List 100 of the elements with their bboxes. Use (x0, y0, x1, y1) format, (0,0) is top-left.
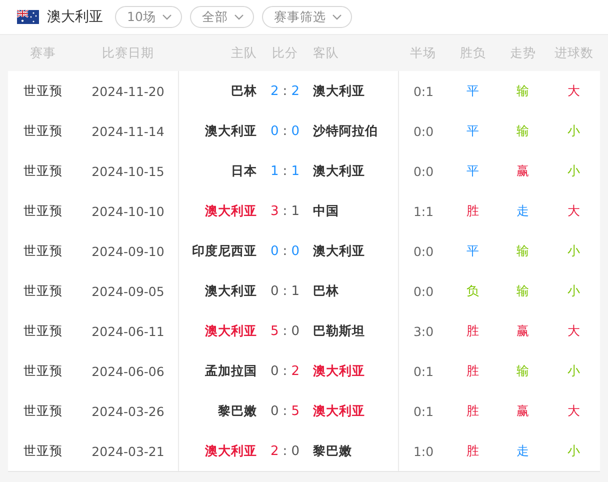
score-digit: 0 (291, 124, 300, 138)
goals-cell-text: 大 (566, 82, 582, 100)
goals-cell-text: 小 (566, 442, 582, 460)
table-cell-text: 2024-06-11 (90, 324, 166, 338)
result-cell-text: 平 (466, 82, 480, 100)
table-cell: 0:0 (413, 244, 434, 258)
score-digit: 1 (291, 204, 300, 218)
score-separator: : (282, 244, 288, 258)
goals-cell-text: 大 (566, 322, 582, 340)
table-cell-text: 世亚预 (22, 162, 64, 180)
trend-cell-text: 输 (516, 282, 530, 300)
home-team: 日本 (231, 162, 258, 180)
result-cell-text: 胜 (466, 202, 480, 220)
trend-cell-text: 输 (516, 242, 530, 260)
score-digit: 2 (291, 364, 300, 378)
home-team: 孟加拉国 (205, 362, 258, 380)
chevron-down-icon (332, 14, 342, 20)
away-team: 黎巴嫩 (312, 442, 353, 460)
score-separator: : (282, 124, 288, 138)
table-cell-text: 世亚预 (22, 442, 64, 460)
away-team: 澳大利亚 (312, 402, 366, 420)
away-team: 沙特阿拉伯 (312, 122, 379, 140)
home-team: 印度尼西亚 (192, 242, 258, 260)
table-cell-text: 2024-06-06 (90, 364, 166, 378)
score-digit: 0 (291, 444, 300, 458)
score-separator: : (282, 84, 288, 98)
result-cell-text: 负 (466, 282, 480, 300)
score-digit: 2 (291, 84, 300, 98)
result-cell-text: 平 (466, 122, 480, 140)
table-cell: 0:0 (413, 124, 434, 138)
trend-cell-text: 赢 (516, 162, 530, 180)
home-team: 黎巴嫩 (218, 402, 258, 420)
score-separator: : (282, 204, 288, 218)
table-cell-text: 2024-03-26 (90, 404, 166, 418)
result-cell-text: 胜 (466, 322, 480, 340)
trend-cell-text: 输 (516, 362, 530, 380)
home-team: 澳大利亚 (205, 122, 258, 140)
table-cell-text: 世亚预 (22, 322, 64, 340)
trend-cell-text: 输 (516, 82, 530, 100)
filter-dropdown[interactable]: 全部 (190, 6, 254, 28)
score-digit: 1 (270, 164, 279, 178)
trend-cell-text: 输 (516, 122, 530, 140)
table-cell-text: 世亚预 (22, 402, 64, 420)
table-cell-text: 2024-11-14 (90, 124, 166, 138)
table-cell: 0:0 (413, 284, 434, 298)
goals-cell-text: 小 (566, 242, 582, 260)
score-digit: 1 (291, 164, 300, 178)
table-cell: 0:1 (413, 364, 434, 378)
result-cell-text: 胜 (466, 442, 480, 460)
score-digit: 5 (291, 404, 300, 418)
score-digit: 3 (270, 204, 279, 218)
away-team: 巴林 (312, 282, 340, 300)
column-header: 客队 (312, 44, 340, 62)
chevron-down-icon (162, 14, 172, 20)
goals-cell-text: 小 (566, 122, 582, 140)
table-cell-text: 世亚预 (22, 202, 64, 220)
table-cell-text: 2024-11-20 (90, 84, 166, 98)
away-team: 澳大利亚 (312, 162, 366, 180)
table-cell: 0:1 (413, 84, 434, 98)
score-digit: 0 (270, 244, 279, 258)
table-cell-text: 2024-10-10 (90, 204, 166, 218)
column-header: 走势 (509, 44, 537, 62)
score-digit: 0 (270, 404, 279, 418)
table-cell-text: 世亚预 (22, 362, 64, 380)
result-cell-text: 平 (466, 242, 480, 260)
column-header: 比赛日期 (101, 44, 155, 62)
score-digit: 2 (270, 84, 279, 98)
score-digit: 0 (291, 324, 300, 338)
away-team: 澳大利亚 (312, 82, 366, 100)
trend-cell-text: 走 (516, 202, 530, 220)
score-separator: : (282, 324, 288, 338)
table-cell: 0:0 (413, 164, 434, 178)
result-cell-text: 胜 (466, 362, 480, 380)
trend-cell-text: 走 (516, 442, 530, 460)
score-digit: 2 (270, 444, 279, 458)
filter-dropdown[interactable]: 赛事筛选 (262, 6, 352, 28)
column-header: 胜负 (459, 44, 487, 62)
away-team: 巴勒斯坦 (312, 322, 366, 340)
table-cell-text: 世亚预 (22, 282, 64, 300)
score-separator: : (282, 404, 288, 418)
filter-dropdown[interactable]: 10场 (115, 6, 182, 28)
score-digit: 0 (270, 364, 279, 378)
table-cell: 1:0 (413, 444, 434, 458)
score-digit: 0 (270, 124, 279, 138)
away-team: 澳大利亚 (312, 362, 366, 380)
australia-flag-icon (17, 10, 39, 24)
goals-cell-text: 大 (566, 402, 582, 420)
table-cell-text: 世亚预 (22, 242, 64, 260)
table-cell: 0:1 (413, 404, 434, 418)
column-header: 比分 (271, 44, 299, 62)
home-team: 澳大利亚 (205, 442, 258, 460)
trend-cell-text: 赢 (516, 322, 530, 340)
column-header: 主队 (230, 44, 258, 62)
column-header: 半场 (409, 44, 437, 62)
table-cell-text: 世亚预 (22, 122, 64, 140)
table-cell-text: 世亚预 (22, 82, 64, 100)
trend-cell-text: 赢 (516, 402, 530, 420)
result-cell-text: 平 (466, 162, 480, 180)
table-cell: 1:1 (413, 204, 434, 218)
home-team: 澳大利亚 (205, 282, 258, 300)
